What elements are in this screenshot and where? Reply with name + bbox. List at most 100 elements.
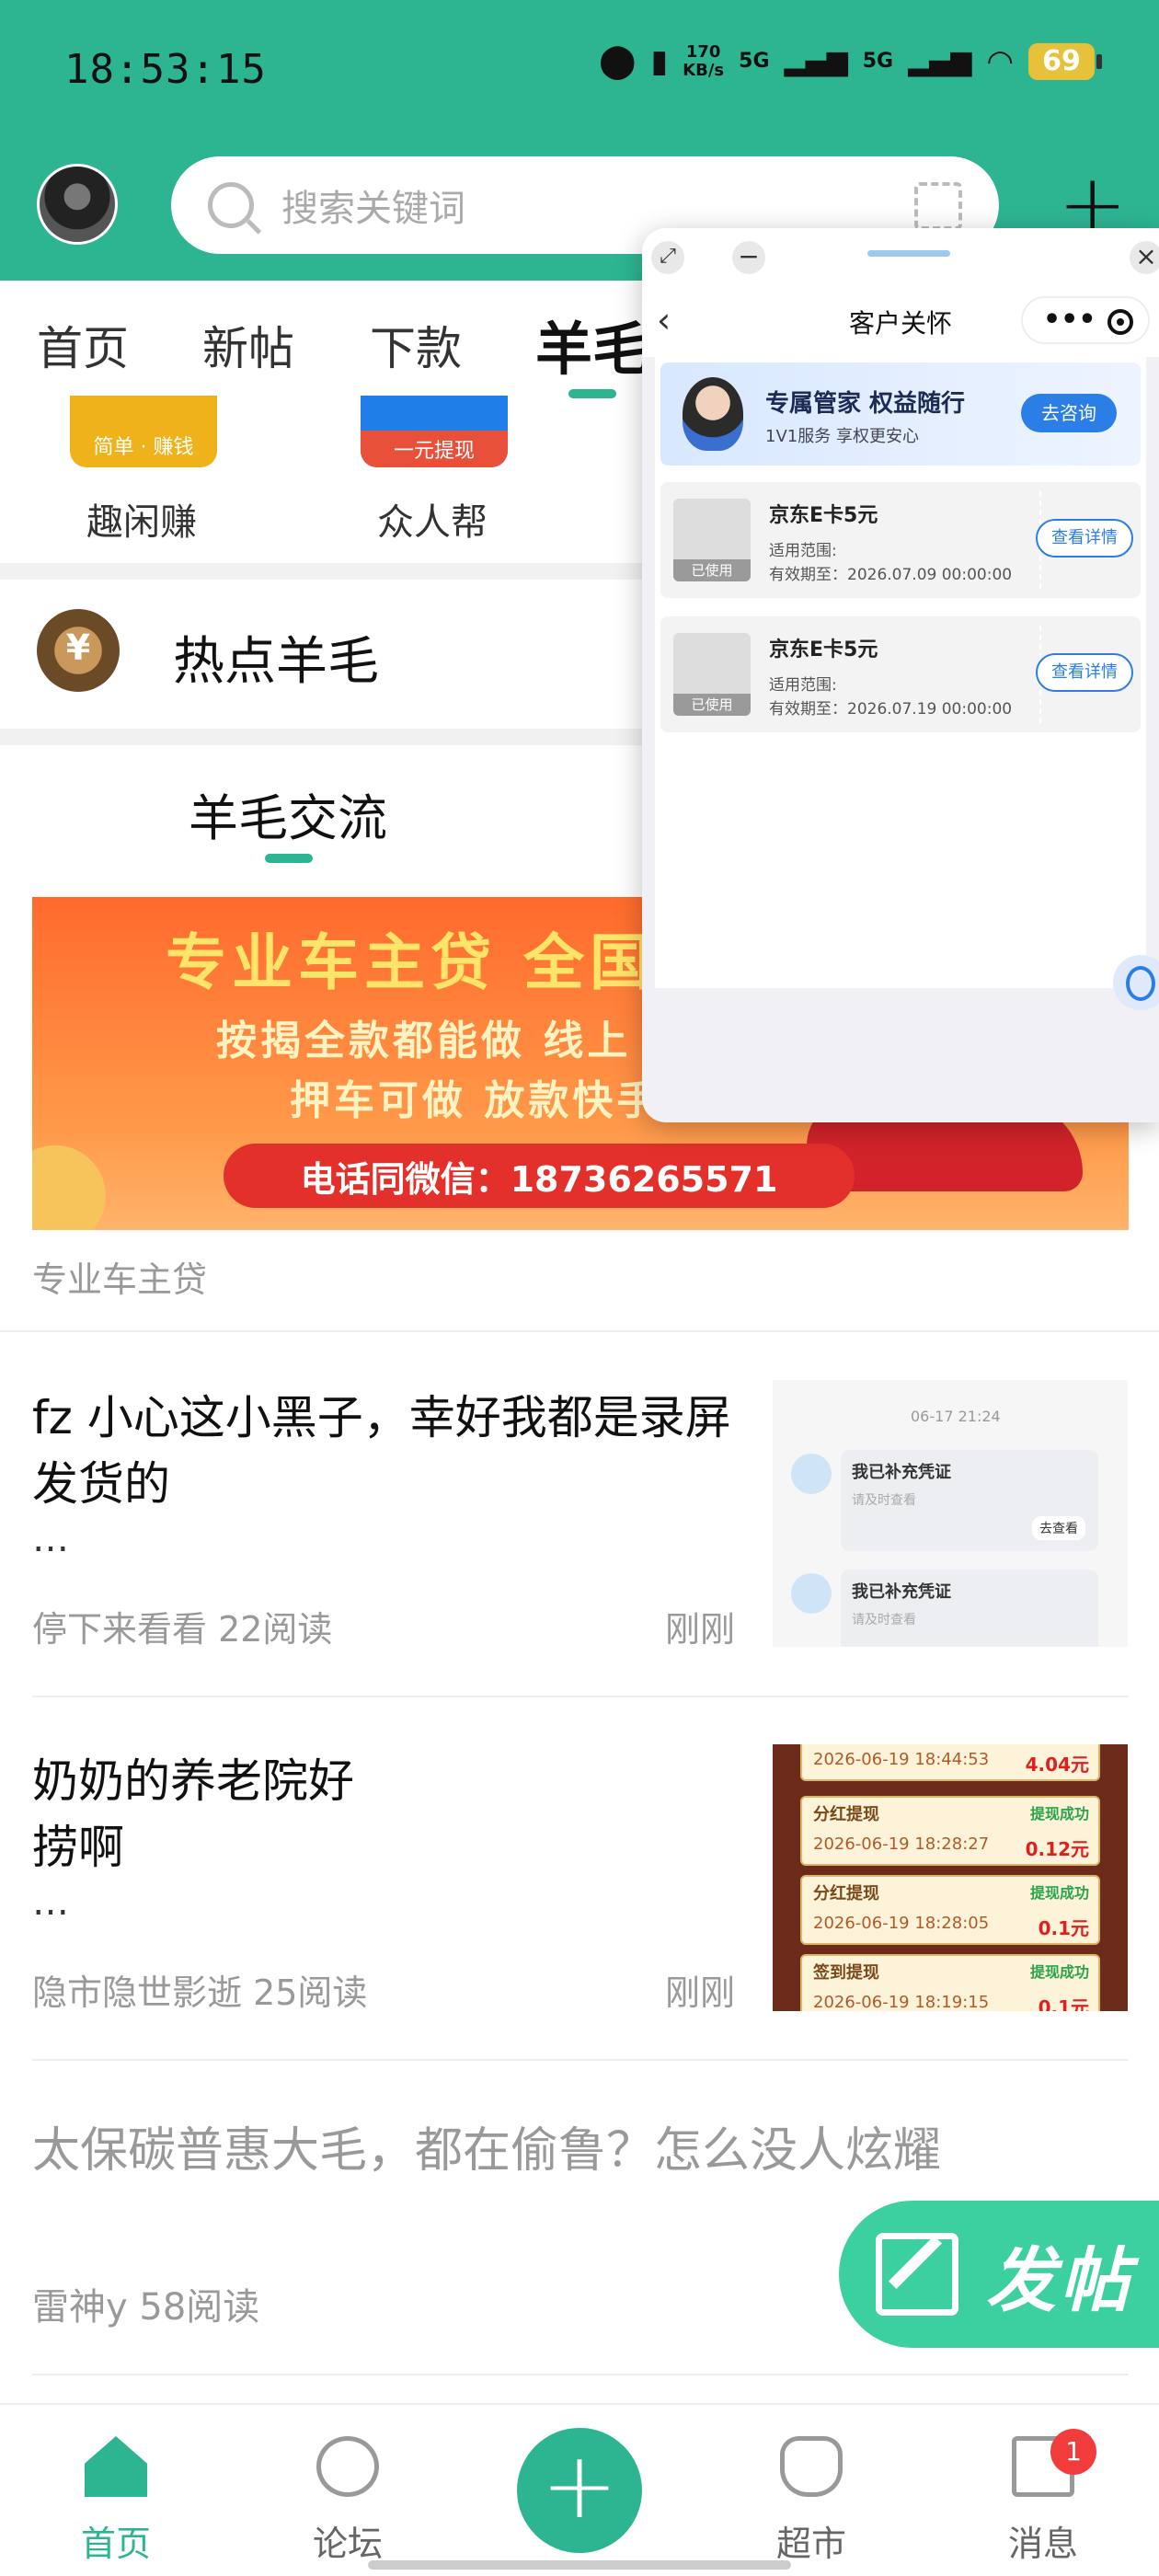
withdraw-record: 分红提现 提现成功 2026-06-19 18:28:05 0.1元	[800, 1875, 1100, 1945]
coin-warning-icon: ¥	[37, 609, 120, 692]
home-icon	[85, 2436, 147, 2497]
post-title: fz 小心这小黑子，幸好我都是录屏发货的	[32, 1391, 731, 1511]
nav-market-label: 超市	[775, 2524, 846, 2564]
post-ellipsis: …	[32, 1881, 69, 1924]
wifi-icon: ◠	[986, 42, 1014, 80]
view-details-button[interactable]: 查看详情	[1036, 653, 1133, 692]
chat-bubble: 我已补充凭证 请及时查看	[841, 1570, 1098, 1647]
banner-line-3: 押车可做 放款快手	[290, 1077, 661, 1124]
coupon-name: 京东E卡5元	[769, 504, 878, 527]
divider	[0, 1330, 1159, 1332]
coin-decoration	[32, 1145, 106, 1230]
coupon-expiry: 有效期至：2026.07.09 00:00:00	[769, 566, 1013, 584]
withdraw-record: 签到提现 提现成功 2026-06-19 18:19:15 0.1元	[800, 1954, 1100, 2011]
app-icon-quxianzhuan[interactable]: 简单 · 赚钱	[70, 396, 217, 467]
status-icons: ⬤ ▮ 170 KB/s 5G ▂▄▆ 5G ▂▄▆ ◠ 69	[599, 41, 1102, 80]
signal-1-icon: ▂▄▆	[784, 45, 848, 77]
sub-tab-indicator	[265, 854, 313, 863]
edit-icon	[876, 2233, 958, 2316]
tab-loans[interactable]: 下款	[370, 312, 462, 378]
tab-freebie-exchange[interactable]: 羊毛交流	[189, 777, 387, 850]
banner-phone: 电话同微信：18736265571	[224, 1144, 855, 1208]
coupon-card: 已使用 京东E卡5元 适用范围: 有效期至：2026.07.19 00:00:0…	[660, 616, 1141, 732]
mini-program-window: ⤢ − × ‹ 客户关怀 ••• 专属管家 权益随行 1V1服务 享权更安心 去…	[642, 228, 1159, 1122]
mini-nav-bar: ‹ 客户关怀 •••	[642, 283, 1159, 357]
record-date: 2026-06-19 18:28:05	[813, 1914, 990, 1933]
avatar[interactable]	[37, 164, 118, 245]
record-date: 2026-06-19 18:28:27	[813, 1834, 990, 1854]
record-status: 提现成功	[1029, 1884, 1089, 1902]
post-ellipsis: …	[32, 1518, 69, 1560]
concierge-subtitle: 1V1服务 享权更安心	[765, 427, 919, 446]
chat-bubble-button: 去查看	[1032, 1516, 1085, 1540]
app-icon-zhongrenbang[interactable]: 一元提现	[361, 396, 508, 467]
signal-1-label: 5G	[739, 50, 770, 73]
chat-bubble-sub: 请及时查看	[852, 1493, 916, 1508]
record-amount: 4.04元	[1025, 1754, 1089, 1776]
signal-2-icon: ▂▄▆	[908, 45, 972, 77]
chat-avatar	[791, 1573, 832, 1614]
app-shortcuts: 简单 · 赚钱 趣闲赚 一元提现 众人帮	[0, 396, 644, 561]
hot-freebies-title: 热点羊毛	[173, 632, 379, 692]
battery-indicator: 69	[1028, 42, 1102, 80]
nav-messages-label: 消息	[1007, 2524, 1078, 2564]
network-speed: 170 KB/s	[683, 41, 724, 80]
nav-messages[interactable]: 消息	[970, 2405, 1117, 2576]
consult-button[interactable]: 去咨询	[1021, 394, 1117, 432]
chat-avatar	[791, 1454, 832, 1494]
hot-freebies-row[interactable]: ¥ 热点羊毛	[0, 580, 644, 727]
record-amount: 0.1元	[1038, 1917, 1089, 1939]
divider	[32, 2374, 1129, 2375]
record-type: 分红提现	[813, 1805, 879, 1824]
chat-bubble-sub: 请及时查看	[852, 1613, 916, 1627]
ad-label: 专业车主贷	[32, 1259, 208, 1300]
used-badge: 已使用	[673, 559, 751, 581]
search-icon	[208, 182, 254, 228]
minimize-icon[interactable]: −	[732, 241, 765, 274]
scan-icon[interactable]	[914, 182, 962, 230]
network-speed-value: 170	[685, 41, 721, 62]
close-target-icon[interactable]	[1107, 309, 1133, 335]
record-status: 提现成功	[1029, 1805, 1089, 1823]
more-icon[interactable]: •••	[1043, 304, 1096, 336]
chat-bubble: 我已补充凭证 请及时查看 去查看	[841, 1450, 1098, 1551]
tab-new-posts[interactable]: 新帖	[202, 312, 294, 378]
thumbnail-date: 06-17 21:24	[911, 1408, 1001, 1425]
post-title: 太保碳普惠大毛，都在偷鲁？怎么没人炫耀	[32, 2123, 942, 2179]
concierge-card[interactable]: 专属管家 权益随行 1V1服务 享权更安心 去咨询	[660, 362, 1141, 466]
tab-home[interactable]: 首页	[37, 312, 129, 378]
nav-forum-label: 论坛	[312, 2524, 383, 2564]
nav-home[interactable]: 首页	[42, 2405, 189, 2576]
drag-handle[interactable]	[867, 250, 950, 257]
expand-icon[interactable]: ⤢	[651, 241, 684, 274]
message-badge: 1	[1050, 2429, 1096, 2475]
coupon-name: 京东E卡5元	[769, 638, 878, 661]
new-post-button[interactable]: 发帖	[839, 2201, 1159, 2348]
location-icon: ⬤	[599, 42, 637, 80]
close-icon[interactable]: ×	[1130, 241, 1159, 274]
coupon-scope: 适用范围:	[769, 542, 837, 560]
post-thumbnail: 06-17 21:24 我已补充凭证 请及时查看 去查看 我已补充凭证 请及时查…	[773, 1380, 1128, 1647]
center-add-button[interactable]: +	[517, 2428, 642, 2553]
new-post-label: 发帖	[986, 2239, 1133, 2321]
app-label-zhongrenbang[interactable]: 众人帮	[377, 492, 488, 546]
record-status: 提现成功	[1029, 1963, 1089, 1981]
nav-market[interactable]: 超市	[738, 2405, 885, 2576]
support-icon[interactable]	[1113, 955, 1159, 1010]
app-tagline: 一元提现	[361, 431, 508, 467]
tab-freebies[interactable]: 羊毛	[535, 303, 649, 385]
view-details-button[interactable]: 查看详情	[1036, 519, 1133, 558]
chat-bubble-title: 我已补充凭证	[852, 1463, 951, 1482]
nav-forum[interactable]: 论坛	[274, 2405, 421, 2576]
record-date: 2026-06-19 18:19:15	[813, 1993, 990, 2011]
post-meta: 隐市隐世影逝 25阅读	[32, 1972, 368, 2013]
app-label-quxianzhuan[interactable]: 趣闲赚	[86, 492, 197, 546]
mini-content: 专属管家 权益随行 1V1服务 享权更安心 去咨询 已使用 京东E卡5元 适用范…	[655, 357, 1146, 988]
money-bag-icon	[780, 2436, 843, 2497]
record-amount: 0.1元	[1038, 1996, 1089, 2011]
status-time: 18:53:15	[64, 46, 267, 93]
withdraw-record: 分红提现 提现成功 2026-06-19 18:28:27 0.12元	[800, 1796, 1100, 1866]
bottom-nav: 首页 论坛 + 超市 消息	[0, 2403, 1159, 2576]
coupon-expiry: 有效期至：2026.07.19 00:00:00	[769, 700, 1013, 719]
app-tagline: 简单 · 赚钱	[93, 436, 194, 459]
